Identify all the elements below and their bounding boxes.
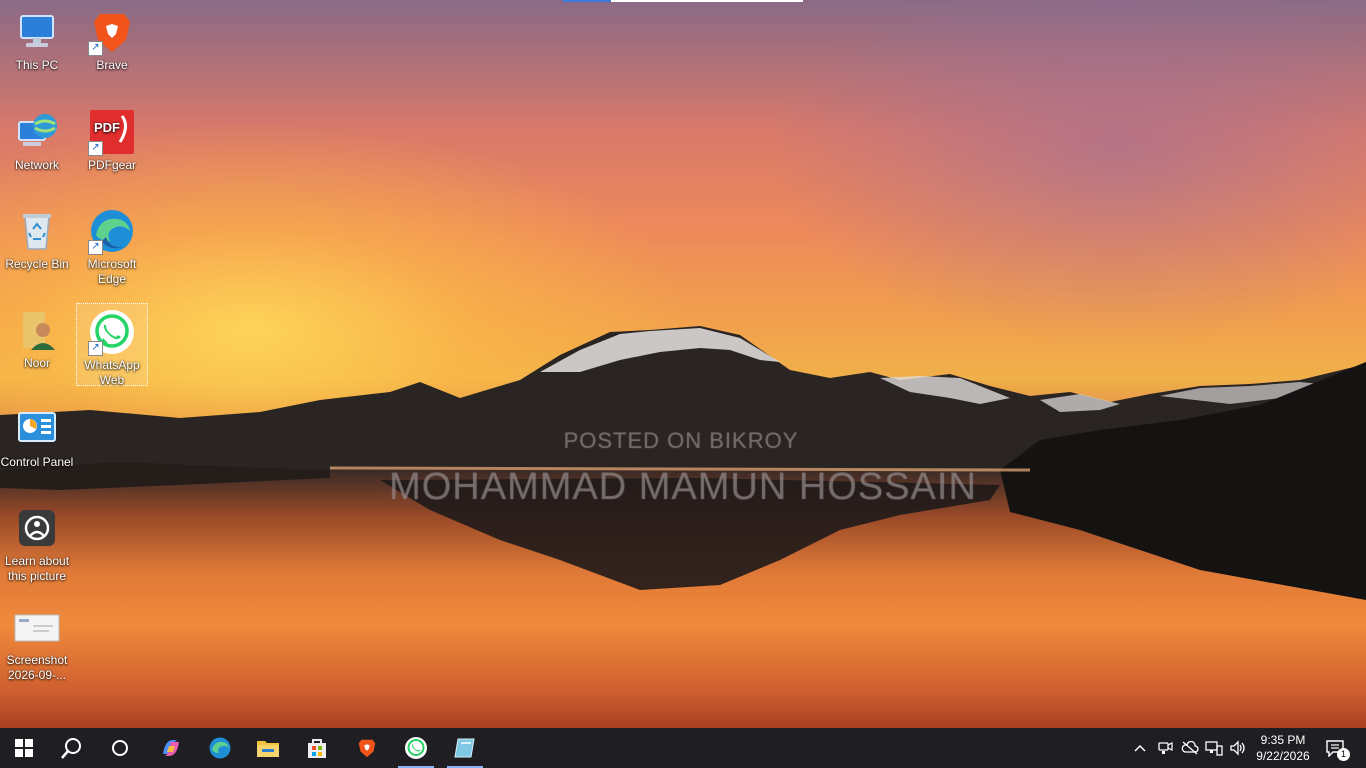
shortcut-arrow-icon: ↗ — [88, 240, 103, 255]
edge-icon: ↗ — [88, 207, 136, 255]
desktop-icon-label: WhatsApp Web — [84, 358, 140, 387]
taskbar-copilot[interactable] — [147, 728, 195, 768]
svg-text:PDF: PDF — [94, 120, 120, 135]
edge-icon — [209, 737, 231, 759]
desktop-icon-label: Noor — [23, 356, 50, 370]
control-panel-icon — [13, 405, 61, 453]
user-folder-icon — [13, 306, 61, 354]
desktop-icon-noor[interactable]: Noor — [0, 302, 74, 384]
network-icon — [1205, 741, 1223, 756]
desktop-icon-network[interactable]: Network — [0, 104, 74, 186]
desktop-icon-recycle-bin[interactable]: Recycle Bin — [0, 203, 74, 285]
desktop-icon-control-panel[interactable]: Control Panel — [0, 401, 74, 483]
shortcut-arrow-icon: ↗ — [88, 141, 103, 156]
taskbar-file-explorer[interactable] — [244, 728, 292, 768]
show-hidden-icons-button[interactable] — [1131, 728, 1149, 768]
desktop-icon-label: Network — [14, 158, 59, 172]
desktop-icon-label: PDFgear — [87, 158, 137, 172]
taskbar-brave[interactable] — [343, 728, 391, 768]
computer-icon — [13, 8, 61, 56]
taskbar-edge[interactable] — [196, 728, 244, 768]
shortcut-arrow-icon: ↗ — [88, 341, 103, 356]
desktop-icon-label: Microsoft Edge — [87, 257, 137, 286]
brave-icon — [358, 739, 376, 758]
watermark-line1: POSTED ON BIKROY — [563, 428, 799, 453]
network-icon — [13, 108, 61, 156]
desktop-icon-learn-about-picture[interactable]: Learn about this picture — [0, 500, 74, 583]
tray-network[interactable] — [1203, 728, 1225, 768]
desktop-icon-label: Control Panel — [0, 455, 74, 469]
cloud-offline-icon — [1181, 741, 1199, 755]
chevron-up-icon — [1134, 744, 1146, 752]
taskbar: 9:35 PM 9/22/2026 1 — [0, 728, 1366, 768]
tray-volume[interactable] — [1227, 728, 1249, 768]
pdfgear-icon: PDF ↗ — [88, 108, 136, 156]
desktop-icon-screenshot[interactable]: Screenshot 2026-09-... — [0, 599, 74, 682]
notification-count-badge: 1 — [1337, 748, 1350, 761]
search-icon — [61, 738, 81, 759]
camera-icon — [1158, 742, 1173, 754]
recycle-bin-icon — [13, 207, 61, 255]
search-button[interactable] — [48, 728, 96, 768]
whatsapp-icon — [405, 737, 427, 759]
app-icon — [454, 738, 475, 758]
desktop-icon-label: Brave — [96, 58, 128, 72]
folder-icon — [257, 741, 279, 757]
desktop-icon-microsoft-edge[interactable]: ↗ Microsoft Edge — [75, 203, 149, 289]
tray-clock[interactable]: 9:35 PM 9/22/2026 — [1248, 732, 1318, 764]
learn-picture-icon — [13, 504, 61, 552]
desktop-icon-this-pc[interactable]: This PC — [0, 4, 74, 86]
start-button[interactable] — [0, 728, 48, 768]
desktop-wallpaper: POSTED ON BIKROY MOHAMMAD MAMUN HOSSAIN … — [0, 0, 1366, 728]
window-preview-strip-blue — [563, 0, 611, 2]
brave-icon: ↗ — [88, 8, 136, 56]
watermark-line2: MOHAMMAD MAMUN HOSSAIN — [389, 466, 977, 508]
taskbar-whatsapp[interactable] — [392, 728, 440, 768]
tray-cloud-offline[interactable] — [1179, 728, 1201, 768]
window-preview-strip-white — [611, 0, 803, 2]
taskbar-microsoft-store[interactable] — [293, 728, 341, 768]
tray-camera[interactable] — [1155, 728, 1175, 768]
shortcut-arrow-icon: ↗ — [88, 41, 103, 56]
desktop-icon-whatsapp-web[interactable]: ↗ WhatsApp Web — [76, 303, 148, 387]
screenshot-file-icon — [13, 603, 61, 651]
desktop-icon-pdfgear[interactable]: PDF ↗ PDFgear — [75, 104, 149, 186]
desktop-icon-brave[interactable]: ↗ Brave — [75, 4, 149, 86]
desktop-icon-label: Recycle Bin — [5, 257, 69, 271]
volume-icon — [1230, 740, 1245, 756]
store-icon — [308, 739, 326, 758]
mountain-range — [0, 326, 1366, 600]
whatsapp-icon: ↗ — [88, 308, 136, 356]
cortana-icon — [112, 740, 128, 756]
copilot-icon — [163, 740, 179, 756]
desktop-icon-label: This PC — [15, 58, 59, 72]
taskbar-app[interactable] — [441, 728, 489, 768]
cortana-button[interactable] — [96, 728, 144, 768]
clock-time: 9:35 PM — [1260, 733, 1306, 747]
desktop-icon-label: Learn about this picture — [4, 554, 70, 583]
desktop-icon-label: Screenshot 2026-09-... — [6, 653, 68, 682]
windows-logo-icon — [15, 739, 33, 757]
clock-date: 9/22/2026 — [1256, 749, 1310, 763]
